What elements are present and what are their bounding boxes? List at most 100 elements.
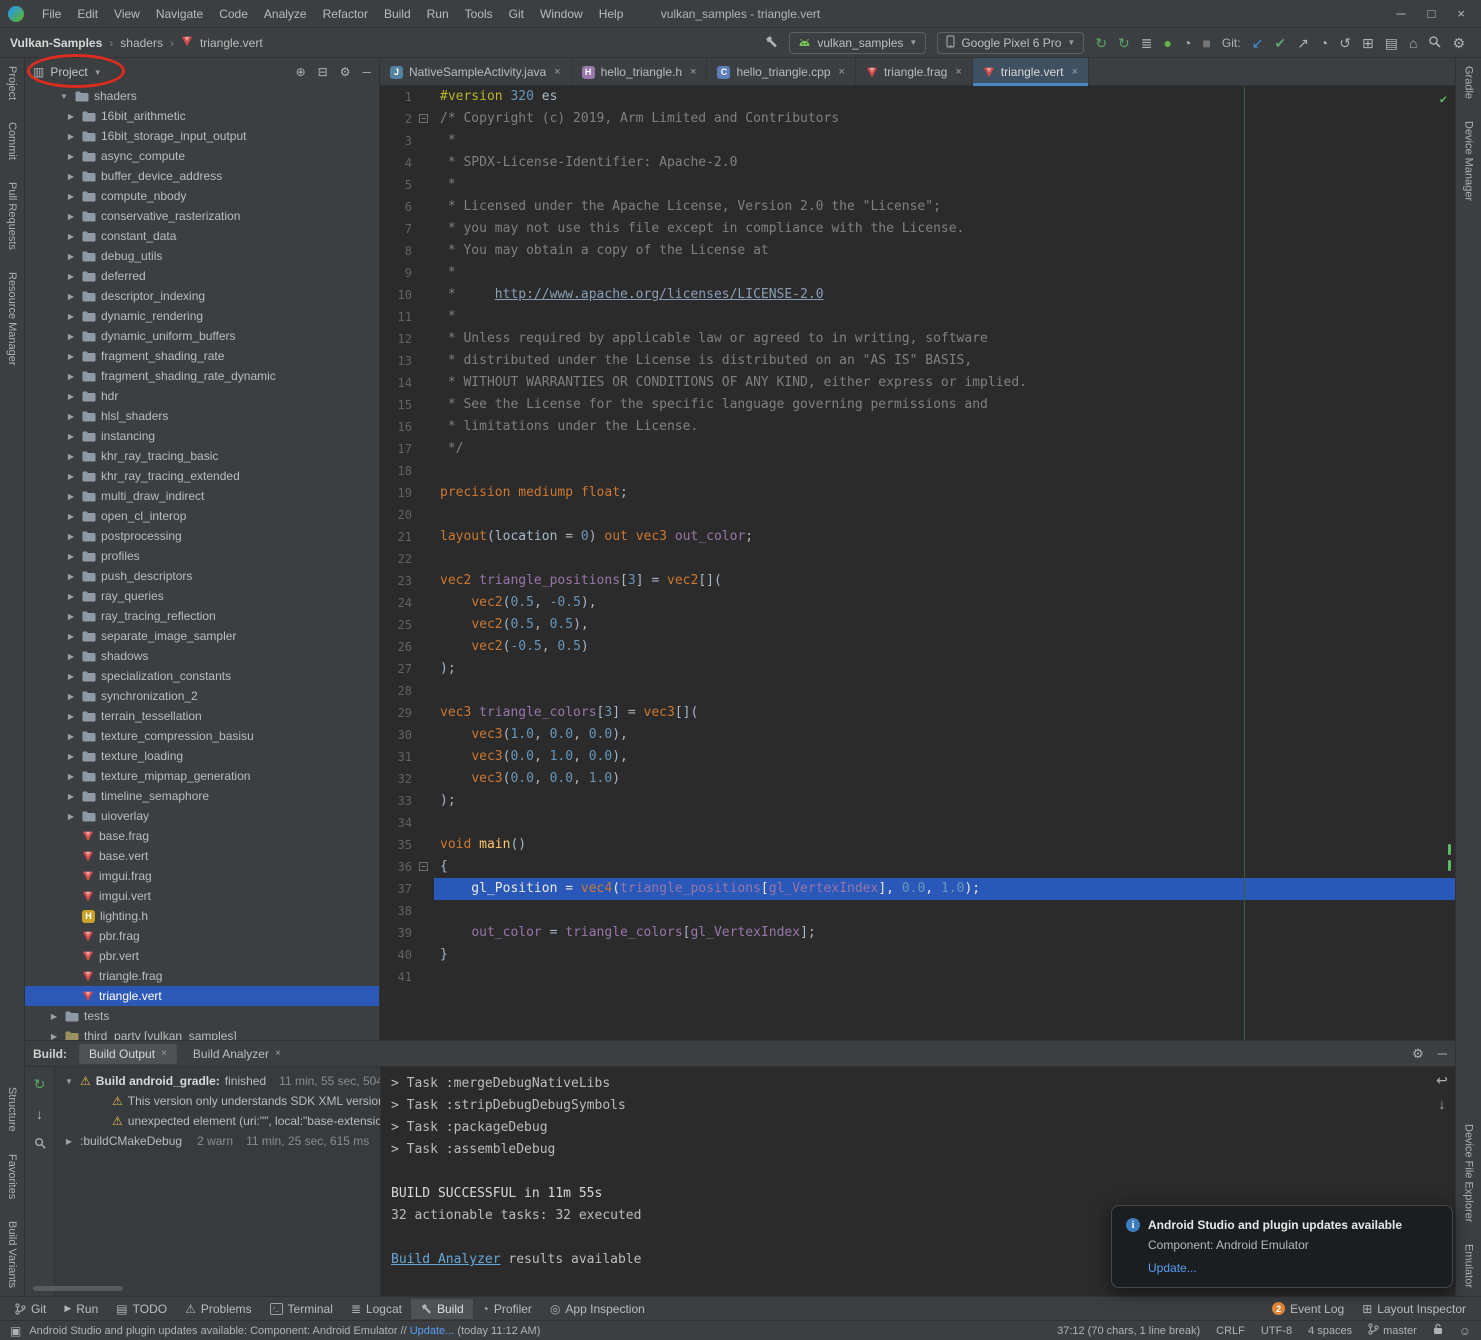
editor-tab-triangle.vert[interactable]: triangle.vert× bbox=[973, 58, 1089, 86]
tool-window-button-event-log[interactable]: 2Event Log bbox=[1263, 1299, 1353, 1319]
tree-item-texture_compression_basisu[interactable]: ▶texture_compression_basisu bbox=[25, 726, 379, 746]
breadcrumb-item[interactable]: Vulkan-Samples bbox=[10, 36, 102, 50]
chevron-right-icon[interactable]: ▶ bbox=[65, 452, 77, 461]
chevron-right-icon[interactable]: ▶ bbox=[48, 1012, 60, 1021]
tree-item-fragment_shading_rate[interactable]: ▶fragment_shading_rate bbox=[25, 346, 379, 366]
rerun-build-icon[interactable]: ↻ bbox=[34, 1077, 46, 1091]
chevron-down-icon[interactable]: ▼ bbox=[94, 68, 102, 77]
fold-marker-icon[interactable]: − bbox=[419, 862, 428, 871]
tree-item-dynamic_uniform_buffers[interactable]: ▶dynamic_uniform_buffers bbox=[25, 326, 379, 346]
find-icon[interactable] bbox=[34, 1137, 46, 1151]
tree-item-timeline_semaphore[interactable]: ▶timeline_semaphore bbox=[25, 786, 379, 806]
menu-item-edit[interactable]: Edit bbox=[69, 5, 106, 23]
menu-item-navigate[interactable]: Navigate bbox=[148, 5, 211, 23]
tool-stripe-button-commit[interactable]: Commit bbox=[6, 122, 18, 160]
tree-item-specialization_constants[interactable]: ▶specialization_constants bbox=[25, 666, 379, 686]
tree-item-compute_nbody[interactable]: ▶compute_nbody bbox=[25, 186, 379, 206]
build-analyzer-link[interactable]: Build Analyzer bbox=[391, 1252, 501, 1267]
build-output-tree[interactable]: ▼⚠Build android_gradle: finished11 min, … bbox=[55, 1067, 381, 1296]
tree-item-imgui.vert[interactable]: imgui.vert bbox=[25, 886, 379, 906]
notification-update-link[interactable]: Update... bbox=[1126, 1261, 1438, 1275]
breadcrumb-item[interactable]: triangle.vert bbox=[200, 36, 263, 50]
build-tree-row[interactable]: ⚠unexpected element (uri:"", local:"base… bbox=[55, 1111, 380, 1131]
tree-item-tests[interactable]: ▶tests bbox=[25, 1006, 379, 1026]
tool-window-button-app-inspection[interactable]: ◎App Inspection bbox=[541, 1299, 654, 1319]
close-button[interactable]: × bbox=[1457, 6, 1465, 21]
menu-item-help[interactable]: Help bbox=[591, 5, 632, 23]
close-tab-icon[interactable]: × bbox=[1071, 66, 1077, 78]
tree-item-multi_draw_indirect[interactable]: ▶multi_draw_indirect bbox=[25, 486, 379, 506]
tree-item-16bit_arithmetic[interactable]: ▶16bit_arithmetic bbox=[25, 106, 379, 126]
menu-item-run[interactable]: Run bbox=[419, 5, 457, 23]
tool-stripe-button-emulator[interactable]: Emulator bbox=[1463, 1244, 1475, 1288]
build-tree-row[interactable]: ⚠This version only understands SDK XML v… bbox=[55, 1091, 380, 1111]
tool-window-button-layout-inspector[interactable]: ⊞Layout Inspector bbox=[1353, 1299, 1475, 1319]
tool-stripe-button-favorites[interactable]: Favorites bbox=[6, 1154, 18, 1199]
chevron-right-icon[interactable]: ▶ bbox=[65, 232, 77, 241]
chevron-right-icon[interactable]: ▶ bbox=[65, 272, 77, 281]
tree-item-base.vert[interactable]: base.vert bbox=[25, 846, 379, 866]
chevron-right-icon[interactable]: ▶ bbox=[65, 672, 77, 681]
search-icon[interactable] bbox=[1428, 35, 1441, 50]
tree-item-hlsl_shaders[interactable]: ▶hlsl_shaders bbox=[25, 406, 379, 426]
lock-icon[interactable] bbox=[1433, 1323, 1443, 1338]
tree-item-push_descriptors[interactable]: ▶push_descriptors bbox=[25, 566, 379, 586]
chevron-right-icon[interactable]: ▶ bbox=[65, 132, 77, 141]
chevron-down-icon[interactable]: ▼ bbox=[63, 1077, 75, 1086]
tool-window-button-problems[interactable]: ⚠Problems bbox=[176, 1299, 260, 1319]
settings-gear-icon[interactable]: ⚙ bbox=[1452, 36, 1465, 50]
apply-code-changes-icon[interactable]: ↻ bbox=[1118, 36, 1130, 50]
chevron-right-icon[interactable]: ▶ bbox=[65, 492, 77, 501]
tree-item-separate_image_sampler[interactable]: ▶separate_image_sampler bbox=[25, 626, 379, 646]
chevron-right-icon[interactable]: ▶ bbox=[65, 732, 77, 741]
soft-wrap-icon[interactable]: ↩ bbox=[1436, 1073, 1448, 1087]
build-tree-row[interactable]: ▶:buildCMakeDebug2 warn11 min, 25 sec, 6… bbox=[55, 1131, 380, 1151]
device-manager-icon[interactable]: ⊞ bbox=[1362, 36, 1374, 50]
chevron-right-icon[interactable]: ▶ bbox=[65, 352, 77, 361]
tree-item-descriptor_indexing[interactable]: ▶descriptor_indexing bbox=[25, 286, 379, 306]
chevron-right-icon[interactable]: ▶ bbox=[65, 692, 77, 701]
chevron-right-icon[interactable]: ▶ bbox=[65, 612, 77, 621]
avd-manager-icon[interactable]: ▤ bbox=[1385, 36, 1398, 50]
tree-item-ray_tracing_reflection[interactable]: ▶ray_tracing_reflection bbox=[25, 606, 379, 626]
code-editor[interactable]: 1#version 320 es2−/* Copyright (c) 2019,… bbox=[380, 86, 1455, 1040]
editor-tab-hello_triangle.h[interactable]: Hhello_triangle.h× bbox=[572, 58, 708, 86]
tree-item-profiles[interactable]: ▶profiles bbox=[25, 546, 379, 566]
tree-item-open_cl_interop[interactable]: ▶open_cl_interop bbox=[25, 506, 379, 526]
history-icon[interactable]: ◔ bbox=[1320, 36, 1328, 50]
device-select[interactable]: Google Pixel 6 Pro ▼ bbox=[937, 32, 1084, 54]
close-tab-icon[interactable]: × bbox=[275, 1048, 281, 1059]
chevron-right-icon[interactable]: ▶ bbox=[65, 512, 77, 521]
git-branch-widget[interactable]: master bbox=[1368, 1323, 1417, 1338]
run-configurations-icon[interactable]: ≣ bbox=[1141, 36, 1153, 50]
scroll-to-end-icon[interactable]: ↓ bbox=[1439, 1097, 1446, 1111]
menu-item-file[interactable]: File bbox=[34, 5, 69, 23]
editor-tab-triangle.frag[interactable]: triangle.frag× bbox=[856, 58, 973, 86]
caret-position[interactable]: 37:12 (70 chars, 1 line break) bbox=[1057, 1325, 1200, 1337]
close-tab-icon[interactable]: × bbox=[690, 66, 696, 78]
tool-window-button-logcat[interactable]: ≣Logcat bbox=[342, 1299, 411, 1319]
tree-item-pbr.vert[interactable]: pbr.vert bbox=[25, 946, 379, 966]
tool-stripe-button-resource-manager[interactable]: Resource Manager bbox=[6, 272, 18, 366]
rollback-icon[interactable]: ↺ bbox=[1339, 36, 1351, 50]
close-tab-icon[interactable]: × bbox=[161, 1048, 167, 1059]
hide-panel-icon[interactable]: ─ bbox=[362, 65, 371, 79]
line-ending-select[interactable]: CRLF bbox=[1216, 1325, 1245, 1337]
tree-item-hdr[interactable]: ▶hdr bbox=[25, 386, 379, 406]
project-tree[interactable]: ▼shaders▶16bit_arithmetic▶16bit_storage_… bbox=[25, 86, 379, 1040]
tool-window-button-run[interactable]: ▶Run bbox=[55, 1299, 107, 1319]
hide-panel-icon[interactable]: ─ bbox=[1438, 1046, 1447, 1062]
chevron-right-icon[interactable]: ▶ bbox=[65, 152, 77, 161]
chevron-right-icon[interactable]: ▶ bbox=[65, 472, 77, 481]
editor-tab-hello_triangle.cpp[interactable]: Chello_triangle.cpp× bbox=[707, 58, 856, 86]
apply-changes-icon[interactable]: ↻ bbox=[1095, 36, 1107, 50]
chevron-right-icon[interactable]: ▶ bbox=[65, 392, 77, 401]
tree-item-postprocessing[interactable]: ▶postprocessing bbox=[25, 526, 379, 546]
tree-item-texture_loading[interactable]: ▶texture_loading bbox=[25, 746, 379, 766]
chevron-right-icon[interactable]: ▶ bbox=[65, 552, 77, 561]
tree-item-triangle.frag[interactable]: triangle.frag bbox=[25, 966, 379, 986]
chevron-right-icon[interactable]: ▶ bbox=[65, 212, 77, 221]
tree-item-khr_ray_tracing_extended[interactable]: ▶khr_ray_tracing_extended bbox=[25, 466, 379, 486]
tool-window-button-profiler[interactable]: ◔Profiler bbox=[473, 1299, 541, 1319]
tool-stripe-button-device-manager[interactable]: Device Manager bbox=[1463, 121, 1475, 201]
